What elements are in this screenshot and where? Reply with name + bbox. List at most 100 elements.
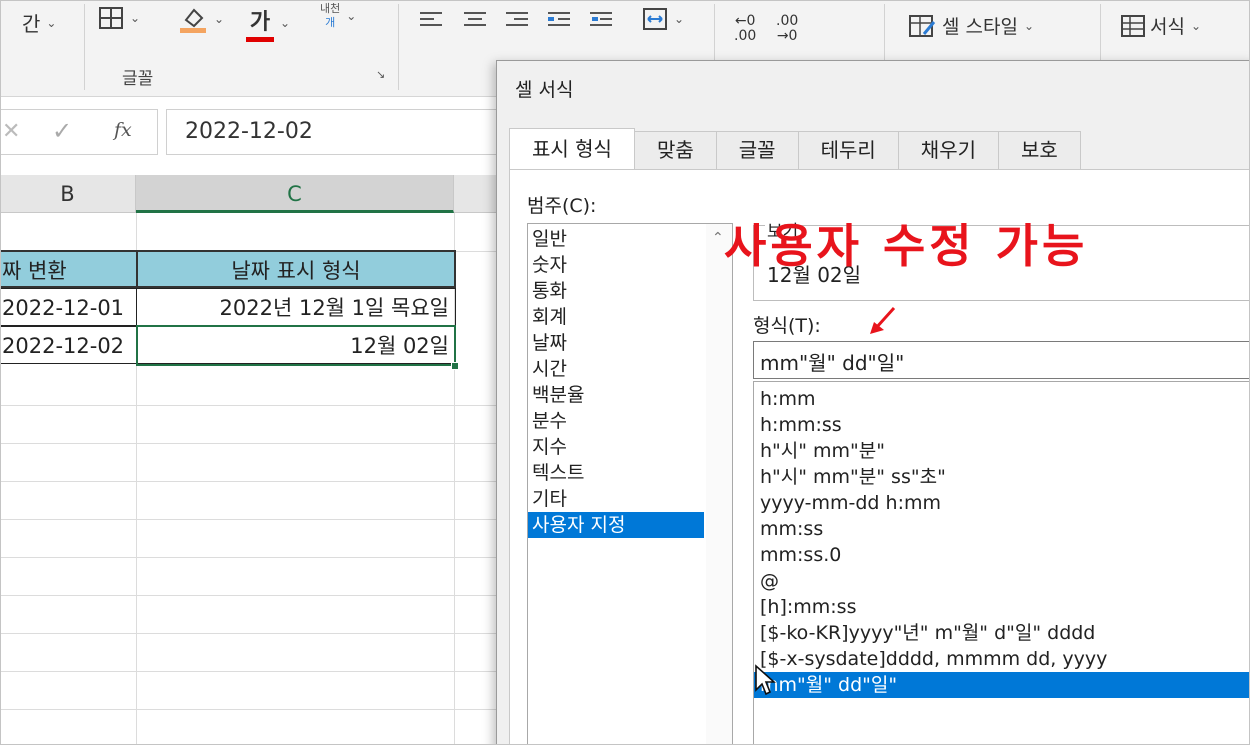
gridline bbox=[0, 671, 500, 672]
category-item[interactable]: 지수 bbox=[528, 434, 704, 460]
align-left-button[interactable] bbox=[420, 10, 442, 30]
tab-border[interactable]: 테두리 bbox=[797, 131, 899, 169]
tab-protection[interactable]: 보호 bbox=[998, 131, 1081, 169]
chevron-down-icon: ⌄ bbox=[46, 15, 57, 30]
decrease-indent-icon bbox=[548, 10, 570, 30]
insert-function-icon[interactable]: fx bbox=[114, 119, 132, 141]
dialog-title: 셀 서식 bbox=[515, 79, 574, 101]
decrease-decimal-button[interactable]: .00 →0 bbox=[776, 14, 798, 44]
increase-indent-icon bbox=[590, 10, 612, 30]
category-item[interactable]: 분수 bbox=[528, 408, 704, 434]
increase-decimal-button[interactable]: ←0 .00 bbox=[734, 14, 756, 44]
chevron-down-icon: ⌄ bbox=[130, 11, 141, 25]
category-item[interactable]: 텍스트 bbox=[528, 460, 704, 486]
category-item[interactable]: 회계 bbox=[528, 304, 704, 330]
borders-button[interactable]: ⌄ bbox=[98, 6, 140, 30]
dialog-tabs: 표시 형식 맞춤 글꼴 테두리 채우기 보호 bbox=[509, 128, 1081, 169]
fill-handle[interactable] bbox=[451, 362, 459, 370]
category-list[interactable]: 일반 숫자 통화 회계 날짜 시간 백분율 분수 지수 텍스트 기타 사용자 지… bbox=[527, 223, 733, 745]
scroll-up-icon[interactable]: ⌃ bbox=[712, 230, 724, 246]
cell-style-icon bbox=[909, 14, 936, 37]
phonetic-bottom: 개 bbox=[325, 16, 336, 29]
decrease-decimal-top: .00 bbox=[776, 13, 799, 29]
table-cell[interactable]: 2022-12-02 bbox=[0, 326, 137, 364]
decrease-decimal-bottom: →0 bbox=[776, 28, 798, 44]
type-list-item[interactable]: h"시" mm"분" ss"초" bbox=[754, 464, 1250, 490]
type-list-item[interactable]: [$-ko-KR]yyyy"년" m"월" d"일" dddd bbox=[754, 620, 1250, 646]
format-icon bbox=[1121, 14, 1145, 37]
format-cells-dialog: 셀 서식 표시 형식 맞춤 글꼴 테두리 채우기 보호 범주(C): 일반 숫자… bbox=[496, 60, 1250, 745]
type-list-item[interactable]: mm:ss bbox=[754, 516, 1250, 542]
chevron-down-icon: ⌄ bbox=[1023, 18, 1035, 33]
type-list-item[interactable]: [h]:mm:ss bbox=[754, 594, 1250, 620]
table-header-cell[interactable]: 짜 변환 bbox=[0, 250, 138, 288]
category-item-selected[interactable]: 사용자 지정 bbox=[528, 512, 704, 538]
table-header-cell[interactable]: 날짜 표시 형식 bbox=[136, 250, 456, 288]
table-cell[interactable]: 2022-12-01 bbox=[0, 288, 137, 326]
align-left-icon bbox=[420, 10, 442, 30]
gridline bbox=[0, 595, 500, 596]
font-color-swatch bbox=[246, 37, 274, 42]
category-item[interactable]: 통화 bbox=[528, 278, 704, 304]
category-item[interactable]: 백분율 bbox=[528, 382, 704, 408]
tab-alignment[interactable]: 맞춤 bbox=[633, 131, 717, 169]
type-list-item[interactable]: h:mm:ss bbox=[754, 412, 1250, 438]
gridline bbox=[0, 519, 500, 520]
increase-decimal-bottom: .00 bbox=[734, 28, 757, 44]
worksheet-grid: B C 짜 변환 날짜 표시 형식 2022-12-01 2022년 12월 1… bbox=[0, 175, 500, 745]
merge-center-button[interactable]: ⌄ bbox=[642, 6, 684, 32]
tab-number[interactable]: 표시 형식 bbox=[509, 128, 635, 169]
category-item[interactable]: 시간 bbox=[528, 356, 704, 382]
phonetic-icon: 내천 개 bbox=[320, 2, 340, 30]
category-item[interactable]: 날짜 bbox=[528, 330, 704, 356]
tab-font[interactable]: 글꼴 bbox=[715, 131, 799, 169]
type-list-item[interactable]: mm:ss.0 bbox=[754, 542, 1250, 568]
chevron-down-icon: ⌄ bbox=[214, 12, 225, 26]
category-item[interactable]: 기타 bbox=[528, 486, 704, 512]
cell-style-button[interactable]: 셀 스타일 ⌄ bbox=[908, 12, 1034, 39]
increase-indent-button[interactable] bbox=[590, 10, 612, 30]
dialog-launcher-icon[interactable]: ↘ bbox=[376, 68, 385, 81]
increase-decimal-top: ←0 bbox=[734, 13, 756, 29]
gridline bbox=[0, 557, 500, 558]
table-cell[interactable]: 2022년 12월 1일 목요일 bbox=[136, 288, 456, 326]
type-list-item[interactable]: yyyy-mm-dd h:mm bbox=[754, 490, 1250, 516]
active-cell-border bbox=[136, 325, 456, 366]
align-center-button[interactable] bbox=[464, 10, 486, 30]
fill-color-button[interactable]: ⌄ bbox=[178, 4, 224, 34]
type-input[interactable]: mm"월" dd"일" bbox=[753, 341, 1250, 379]
type-list[interactable]: h:mm h:mm:ss h"시" mm"분" h"시" mm"분" ss"초"… bbox=[753, 381, 1250, 745]
chevron-down-icon: ⌄ bbox=[346, 9, 357, 23]
font-color-button[interactable]: 가 ⌄ bbox=[246, 4, 290, 42]
chevron-down-icon: ⌄ bbox=[674, 12, 685, 26]
decrease-indent-button[interactable] bbox=[548, 10, 570, 30]
type-list-item-selected[interactable]: mm"월" dd"일" bbox=[754, 672, 1250, 698]
chevron-down-icon: ⌄ bbox=[280, 16, 291, 30]
mouse-cursor-icon bbox=[755, 664, 776, 696]
align-right-icon bbox=[506, 10, 528, 30]
column-header-b[interactable]: B bbox=[0, 175, 136, 213]
category-scrollbar[interactable]: ⌃ bbox=[706, 224, 732, 745]
merge-center-icon bbox=[643, 8, 667, 30]
column-header-c[interactable]: C bbox=[136, 175, 454, 213]
type-list-item[interactable]: @ bbox=[754, 568, 1250, 594]
gridline bbox=[0, 709, 500, 710]
type-list-item[interactable]: h:mm bbox=[754, 386, 1250, 412]
chevron-down-icon: ⌄ bbox=[1190, 18, 1202, 33]
align-right-button[interactable] bbox=[506, 10, 528, 30]
formula-bar-buttons bbox=[0, 109, 158, 155]
borders-icon bbox=[99, 7, 123, 29]
column-header-d[interactable] bbox=[454, 175, 500, 213]
tab-fill[interactable]: 채우기 bbox=[897, 131, 999, 169]
format-button[interactable]: 서식 ⌄ bbox=[1120, 12, 1201, 39]
category-item[interactable]: 숫자 bbox=[528, 252, 704, 278]
ribbon-separator bbox=[398, 4, 399, 90]
type-list-item[interactable]: h"시" mm"분" bbox=[754, 438, 1250, 464]
type-list-item[interactable]: [$-x-sysdate]dddd, mmmm dd, yyyy bbox=[754, 646, 1250, 672]
confirm-icon[interactable]: ✓ bbox=[52, 117, 72, 145]
phonetic-button[interactable]: 내천 개 ⌄ bbox=[320, 2, 356, 30]
category-item[interactable]: 일반 bbox=[528, 226, 704, 252]
font-size-dropdown[interactable]: 간 ⌄ bbox=[22, 8, 56, 37]
gridline bbox=[0, 405, 500, 406]
cancel-icon[interactable]: ✕ bbox=[2, 119, 20, 144]
